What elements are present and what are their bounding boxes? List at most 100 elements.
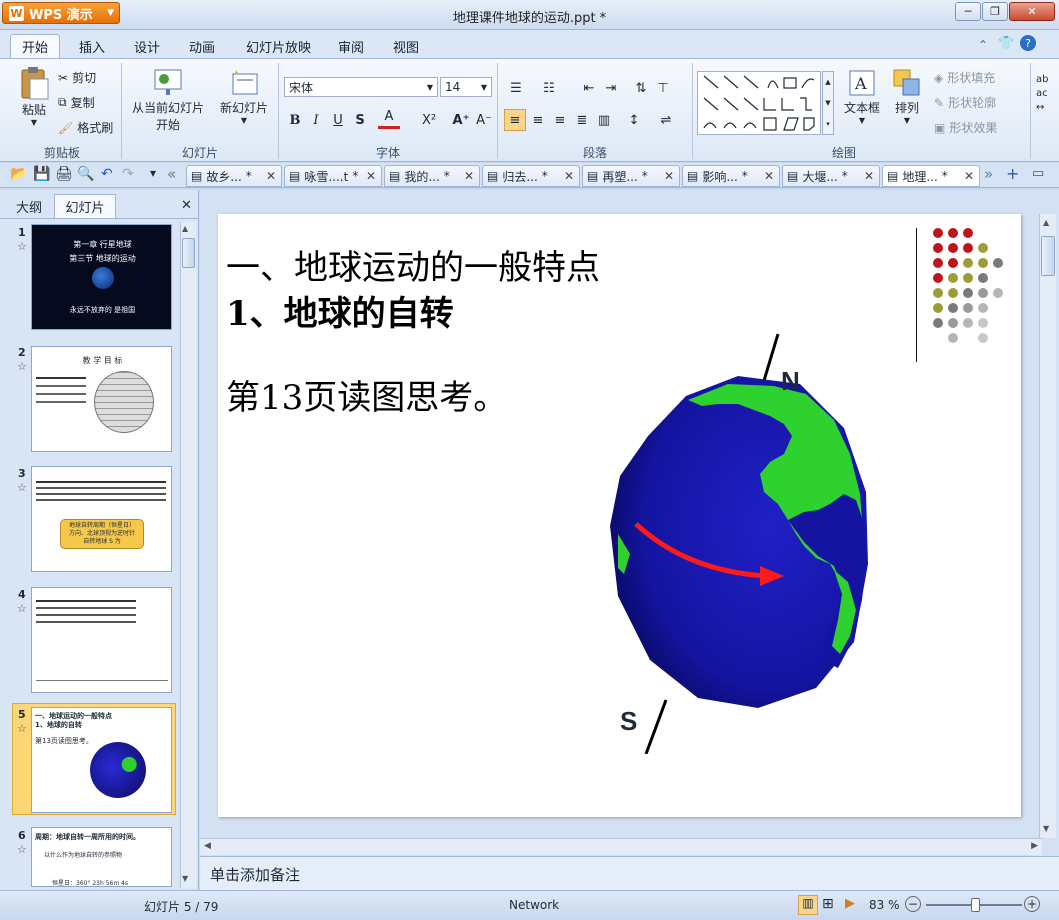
shapes-gallery[interactable] bbox=[697, 71, 821, 135]
shape-outline-button[interactable]: ✎ 形状轮廓 bbox=[934, 94, 996, 111]
close-tab-icon[interactable]: ✕ bbox=[464, 169, 474, 183]
panel-scrollbar[interactable]: ▲ ▼ bbox=[180, 222, 196, 888]
font-family-select[interactable]: 宋体 ▼ bbox=[284, 77, 438, 97]
slide-thumbnail-5[interactable]: 一、地球运动的一般特点 1、地球的自转 第13页读图思考。 bbox=[31, 707, 172, 813]
bold-button[interactable]: B bbox=[284, 109, 306, 131]
bullets-icon[interactable]: ☰ bbox=[505, 77, 527, 99]
italic-button[interactable]: I bbox=[305, 109, 327, 131]
line-spacing-icon[interactable]: ↕ bbox=[623, 109, 645, 131]
increase-indent-icon[interactable]: ⇥ bbox=[600, 77, 622, 99]
scroll-left-icon[interactable]: ◀ bbox=[204, 841, 211, 851]
slide-title-line2[interactable]: 1、地球的自转 bbox=[226, 286, 454, 335]
canvas-h-scrollbar[interactable]: ◀ ▶ bbox=[200, 838, 1042, 855]
scroll-up-icon[interactable]: ▲ bbox=[182, 224, 188, 233]
doc-tab[interactable]: ▤ 影响... * ✕ bbox=[682, 165, 780, 187]
close-tab-icon[interactable]: ✕ bbox=[764, 169, 774, 183]
notes-pane[interactable]: 单击添加备注 bbox=[200, 856, 1059, 890]
new-slide-button[interactable]: 新幻灯片 ▼ bbox=[216, 67, 272, 125]
more-ribbon-icon[interactable]: ab ac ↔ bbox=[1036, 73, 1048, 115]
zoom-out-button[interactable]: − bbox=[905, 896, 921, 912]
print-preview-icon[interactable]: 🔍 bbox=[77, 166, 94, 182]
grow-font-button[interactable]: A⁺ bbox=[450, 109, 472, 131]
open-folder-icon[interactable]: 📂 bbox=[10, 166, 27, 182]
align-text-icon[interactable]: ⊤ bbox=[652, 77, 674, 99]
doc-tab[interactable]: ▤ 咏雪....t * ✕ bbox=[284, 165, 382, 187]
shadow-button[interactable]: S bbox=[349, 109, 371, 131]
close-tab-icon[interactable]: ✕ bbox=[266, 169, 276, 183]
scroll-right-icon[interactable]: ▶ bbox=[1031, 841, 1038, 851]
collapse-ribbon-icon[interactable]: ⌃ bbox=[978, 38, 988, 52]
slide-thumbnail-4[interactable] bbox=[31, 587, 172, 693]
slide-thumbnail-6[interactable]: 周期：地球自转一周所用的时间。 以什么作为地球自转的参照物 恒星日：360° 2… bbox=[31, 827, 172, 887]
slideshow-view-icon[interactable]: ▶ bbox=[845, 896, 855, 911]
slide-thumbnail-2[interactable]: 教 学 目 标 bbox=[31, 346, 172, 452]
textbox-button[interactable]: A 文本框 ▼ bbox=[838, 67, 886, 125]
copy-button[interactable]: ⧉ 复制 bbox=[58, 94, 95, 111]
superscript-button[interactable]: X² bbox=[418, 109, 440, 131]
tab-slideshow[interactable]: 幻灯片放映 bbox=[235, 34, 322, 58]
paragraph-spacing-icon[interactable]: ⇌ bbox=[655, 109, 677, 131]
close-tab-icon[interactable]: ✕ bbox=[664, 169, 674, 183]
from-current-slide-button[interactable]: 从当前幻灯片 开始 bbox=[128, 67, 208, 133]
new-tab-icon[interactable]: + bbox=[1006, 164, 1019, 183]
doc-tab[interactable]: ▤ 大堰... * ✕ bbox=[782, 165, 880, 187]
slide-thumbnail-1[interactable]: 第一章 行星地球 第三节 地球的运动 永远不放弃的 是祖国 bbox=[31, 224, 172, 330]
tab-insert[interactable]: 插入 bbox=[68, 34, 116, 58]
paste-button[interactable]: 粘贴 ▼ bbox=[14, 67, 54, 127]
doc-tab[interactable]: ▤ 归去... * ✕ bbox=[482, 165, 580, 187]
distributed-icon[interactable]: ▥ bbox=[593, 109, 615, 131]
tab-outline[interactable]: 大纲 bbox=[6, 194, 52, 218]
shape-effect-button[interactable]: ▣ 形状效果 bbox=[934, 119, 997, 136]
scroll-thumb[interactable] bbox=[182, 238, 195, 268]
close-panel-icon[interactable]: ✕ bbox=[181, 198, 192, 213]
slide-thumbnail-3[interactable]: 地球自转周期（恒星日） 方向、北球顶视为逆时针 自转地球 S 为 bbox=[31, 466, 172, 572]
tabs-left-icon[interactable]: « bbox=[167, 165, 176, 183]
zoom-slider[interactable] bbox=[926, 898, 1022, 912]
restore-button[interactable]: ❐ bbox=[982, 2, 1008, 21]
format-painter-button[interactable]: 🖌 格式刷 bbox=[58, 119, 113, 136]
scroll-thumb[interactable] bbox=[1041, 236, 1055, 276]
slide-title-line1[interactable]: 一、地球运动的一般特点 bbox=[226, 240, 600, 289]
tab-design[interactable]: 设计 bbox=[123, 34, 171, 58]
align-center-icon[interactable]: ≡ bbox=[527, 109, 549, 131]
slide[interactable]: 一、地球运动的一般特点 1、地球的自转 第13页读图思考。 N S bbox=[218, 214, 1021, 817]
close-tab-icon[interactable]: ✕ bbox=[564, 169, 574, 183]
undo-icon[interactable]: ↶ bbox=[101, 166, 113, 182]
canvas-v-scrollbar[interactable]: ▲ ▼ bbox=[1039, 214, 1056, 838]
doc-tab[interactable]: ▤ 故乡... * ✕ bbox=[186, 165, 282, 187]
justify-icon[interactable]: ≣ bbox=[571, 109, 593, 131]
slide-sorter-icon[interactable]: ⊞ bbox=[822, 896, 834, 912]
tab-animation[interactable]: 动画 bbox=[178, 34, 226, 58]
cut-button[interactable]: ✂ 剪切 bbox=[58, 69, 96, 86]
close-tab-icon[interactable]: ✕ bbox=[366, 169, 376, 183]
align-left-icon[interactable]: ≡ bbox=[504, 109, 526, 131]
save-icon[interactable]: 💾 bbox=[33, 166, 50, 182]
tab-view[interactable]: 视图 bbox=[382, 34, 430, 58]
tab-review[interactable]: 审阅 bbox=[327, 34, 375, 58]
numbering-icon[interactable]: ☷ bbox=[538, 77, 560, 99]
skin-icon[interactable]: 👕 bbox=[998, 36, 1014, 51]
redo-icon[interactable]: ↷ bbox=[122, 166, 134, 182]
tab-home[interactable]: 开始 bbox=[10, 34, 61, 58]
font-color-button[interactable]: A bbox=[378, 107, 400, 129]
slide-body-text[interactable]: 第13页读图思考。 bbox=[226, 370, 507, 419]
text-direction-icon[interactable]: ⇅ bbox=[630, 77, 652, 99]
shapes-scroll[interactable]: ▲ ▼ ▾ bbox=[822, 71, 834, 135]
print-icon[interactable]: 🖨 bbox=[55, 166, 73, 182]
doc-tab-active[interactable]: ▤ 地理... * ✕ bbox=[882, 165, 980, 187]
close-tab-icon[interactable]: ✕ bbox=[864, 169, 874, 183]
underline-button[interactable]: U bbox=[327, 109, 349, 131]
font-size-select[interactable]: 14 ▼ bbox=[440, 77, 492, 97]
tabs-right-icon[interactable]: » bbox=[984, 165, 993, 183]
minimize-button[interactable]: ─ bbox=[955, 2, 981, 21]
arrange-button[interactable]: 排列 ▼ bbox=[887, 67, 927, 125]
scroll-up-icon[interactable]: ▲ bbox=[1043, 218, 1049, 227]
scroll-down-icon[interactable]: ▼ bbox=[182, 874, 188, 883]
close-tab-icon[interactable]: ✕ bbox=[964, 169, 974, 183]
shape-fill-button[interactable]: ◈ 形状填充 bbox=[934, 69, 995, 86]
doc-tab[interactable]: ▤ 我的... * ✕ bbox=[384, 165, 480, 187]
normal-view-icon[interactable]: ▥ bbox=[798, 895, 818, 915]
align-right-icon[interactable]: ≡ bbox=[549, 109, 571, 131]
doc-tab[interactable]: ▤ 再塑... * ✕ bbox=[582, 165, 680, 187]
help-icon[interactable]: ? bbox=[1020, 35, 1036, 51]
